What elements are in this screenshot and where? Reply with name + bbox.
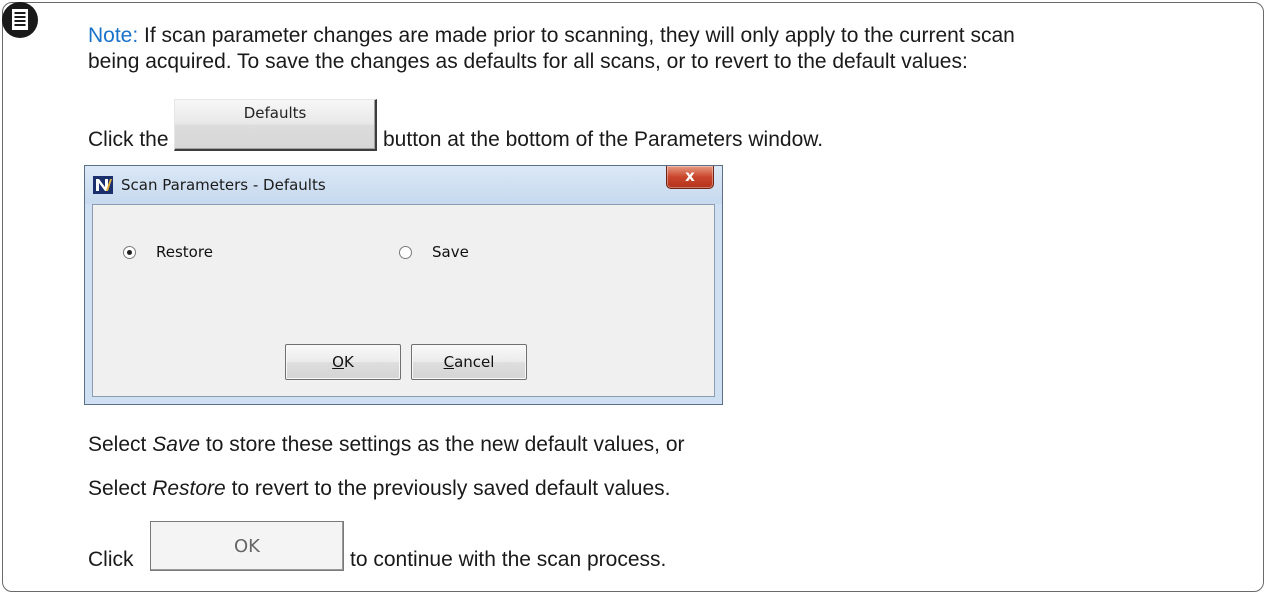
scan-parameters-defaults-dialog: Scan Parameters - Defaults x Restore Sav… bbox=[84, 165, 723, 405]
select-save-prefix: Select bbox=[88, 433, 153, 456]
ok-hotkey: O bbox=[332, 353, 344, 371]
defaults-button[interactable]: Defaults bbox=[174, 99, 377, 151]
ok-inline-button[interactable]: OK bbox=[150, 521, 344, 571]
select-restore-line: Select Restore to revert to the previous… bbox=[88, 477, 670, 501]
restore-radio[interactable] bbox=[123, 245, 136, 259]
dialog-title-bar: Scan Parameters - Defaults x bbox=[85, 166, 722, 204]
note-text-1: If scan parameter changes are made prior… bbox=[144, 24, 1015, 47]
step1-text-after: button at the bottom of the Parameters w… bbox=[383, 128, 824, 151]
ok-button[interactable]: OK bbox=[285, 344, 401, 380]
close-button[interactable]: x bbox=[666, 166, 714, 189]
step1-text-before: Click the bbox=[88, 128, 169, 151]
note-label: Note: bbox=[88, 24, 139, 47]
step3-text-before: Click bbox=[88, 548, 134, 571]
app-logo-icon bbox=[93, 176, 113, 194]
restore-radio-label: Restore bbox=[156, 243, 213, 261]
restore-emphasis: Restore bbox=[152, 477, 226, 500]
save-radio-option[interactable]: Save bbox=[399, 243, 469, 261]
ok-label: K bbox=[343, 353, 354, 371]
note-icon bbox=[2, 2, 38, 38]
select-restore-suffix: to revert to the previously saved defaul… bbox=[225, 477, 671, 500]
note-line-2: being acquired. To save the changes as d… bbox=[88, 50, 968, 73]
note-line-1: Note: If scan parameter changes are made… bbox=[88, 24, 1015, 48]
cancel-hotkey: C bbox=[443, 353, 455, 371]
select-save-suffix: to store these settings as the new defau… bbox=[200, 433, 685, 456]
restore-radio-option[interactable]: Restore bbox=[123, 243, 213, 261]
select-restore-prefix: Select bbox=[88, 477, 153, 500]
save-radio[interactable] bbox=[399, 245, 412, 259]
step3-text-after: to continue with the scan process. bbox=[350, 548, 667, 571]
cancel-label: ancel bbox=[454, 353, 495, 371]
dialog-title: Scan Parameters - Defaults bbox=[121, 176, 326, 194]
select-save-line: Select Save to store these settings as t… bbox=[88, 433, 685, 457]
dialog-client-area: Restore Save OK Cancel bbox=[92, 204, 715, 397]
save-radio-label: Save bbox=[432, 243, 469, 261]
cancel-button[interactable]: Cancel bbox=[411, 344, 527, 380]
save-emphasis: Save bbox=[152, 433, 201, 456]
